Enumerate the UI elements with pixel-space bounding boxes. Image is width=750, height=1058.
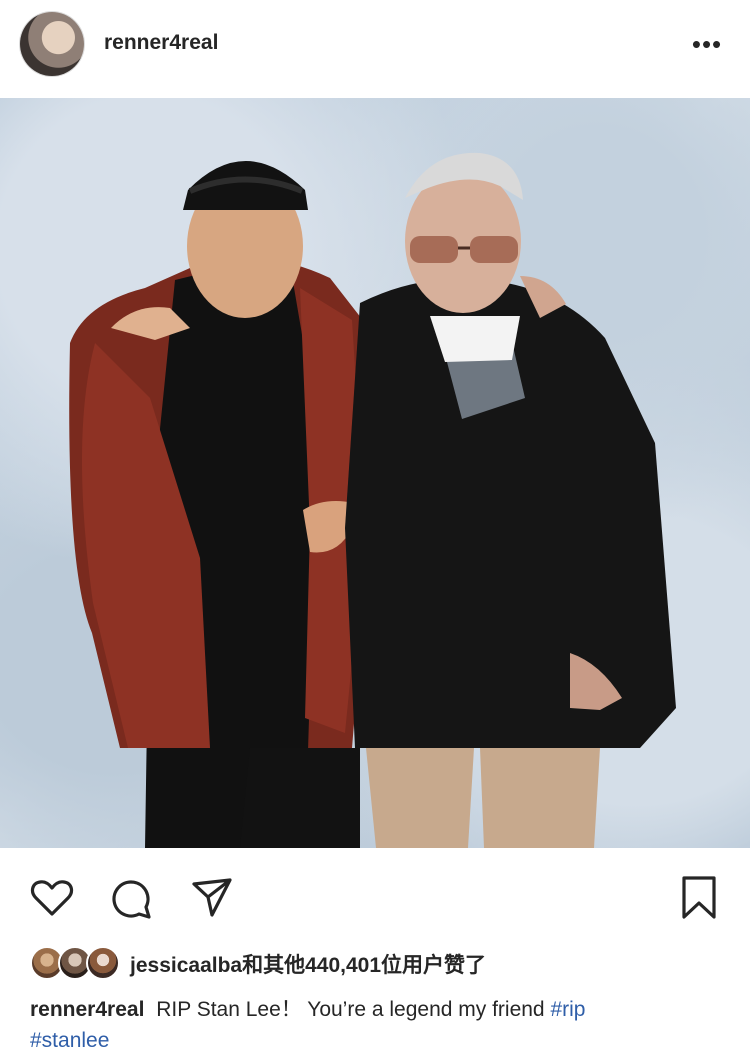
bookmark-icon: [682, 876, 716, 919]
heart-icon: [30, 880, 74, 916]
post-actions: [0, 862, 750, 926]
comment-icon: [112, 880, 151, 919]
photo-illustration: [69, 152, 676, 848]
post-username[interactable]: renner4real: [104, 31, 218, 55]
save-button[interactable]: [675, 874, 723, 922]
hashtag-stanlee[interactable]: #stanlee: [30, 1029, 109, 1052]
caption-text: RIP Stan Lee！ You’re a legend my friend: [156, 998, 545, 1021]
post-header: renner4real •••: [0, 0, 750, 98]
profile-avatar[interactable]: [20, 12, 84, 76]
share-button[interactable]: [188, 874, 236, 922]
more-options-icon[interactable]: •••: [684, 30, 730, 58]
send-icon: [192, 878, 232, 917]
liker-avatars: [30, 946, 122, 982]
post-caption: renner4real RIP Stan Lee！ You’re a legen…: [30, 994, 720, 1056]
post-photo: [0, 98, 750, 848]
like-button[interactable]: [28, 874, 76, 922]
caption-username[interactable]: renner4real: [30, 998, 144, 1021]
hashtag-rip[interactable]: #rip: [550, 998, 585, 1021]
likes-summary[interactable]: jessicaalba和其他440,401位用户赞了: [30, 944, 486, 984]
liker-avatar: [86, 946, 120, 980]
likes-text: jessicaalba和其他440,401位用户赞了: [130, 954, 486, 977]
comment-button[interactable]: [107, 874, 155, 922]
